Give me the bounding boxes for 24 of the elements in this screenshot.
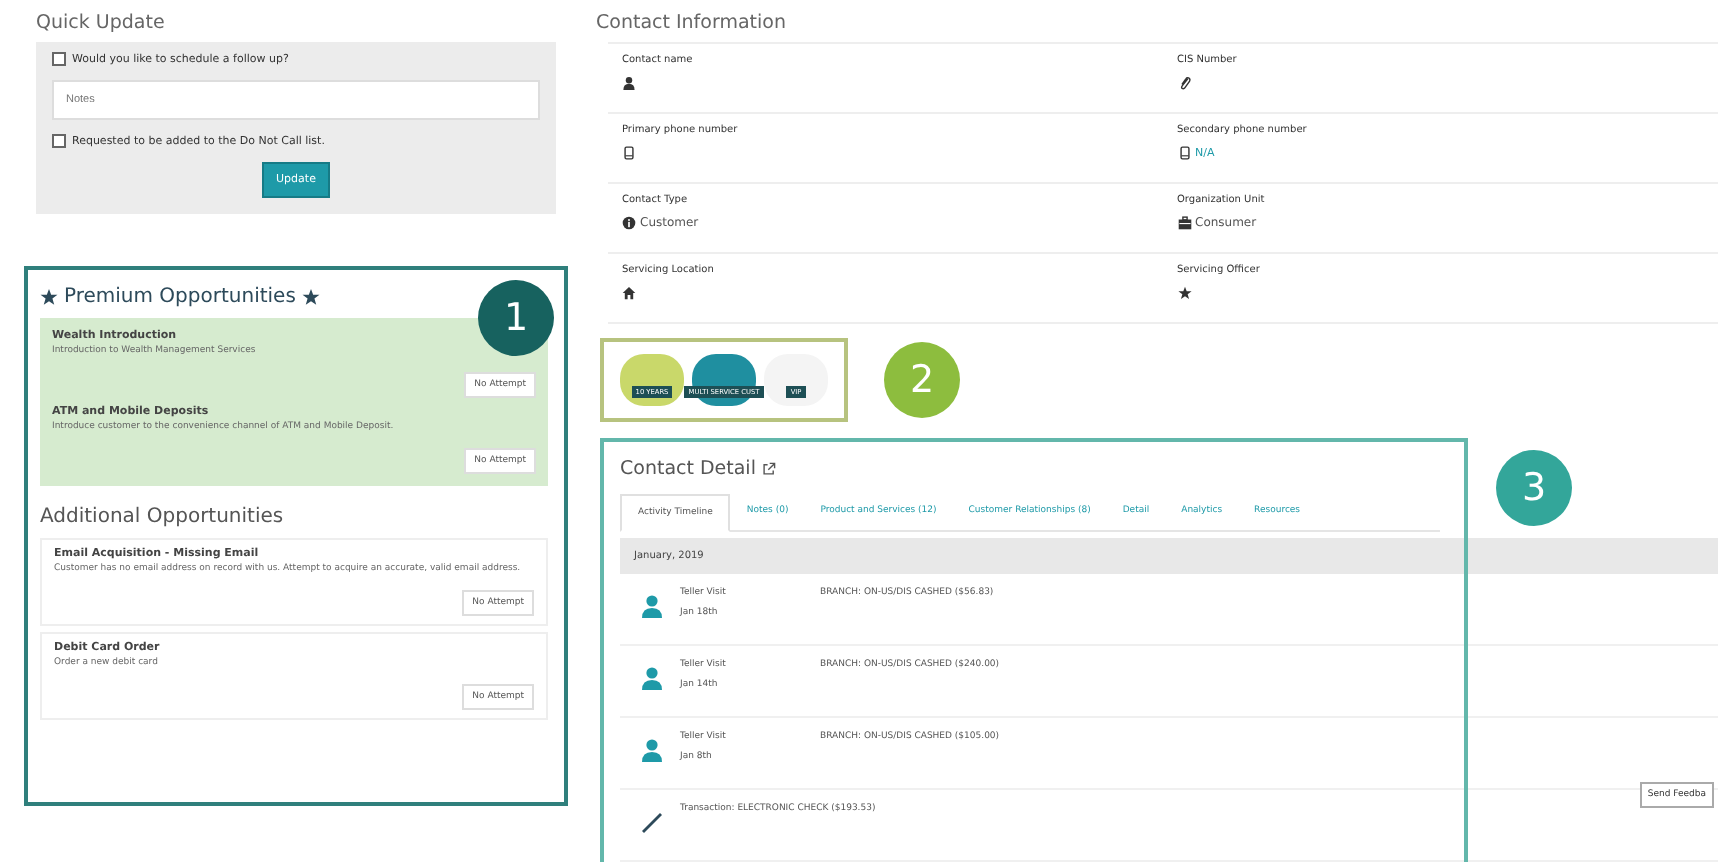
person-icon bbox=[622, 76, 636, 90]
checkbox[interactable] bbox=[52, 134, 66, 148]
section-title: Quick Update bbox=[36, 12, 167, 34]
phone-icon bbox=[1177, 146, 1191, 160]
section-title: Contact Detail bbox=[620, 458, 756, 480]
home-icon bbox=[622, 286, 636, 300]
info-icon bbox=[622, 216, 636, 230]
star-icon bbox=[1177, 286, 1191, 300]
person-icon bbox=[640, 666, 664, 690]
section-title: Contact Information bbox=[596, 12, 788, 34]
person-icon bbox=[640, 738, 664, 762]
checkbox[interactable] bbox=[52, 52, 66, 66]
number-callout: 1 bbox=[478, 280, 554, 356]
section-title: Additional Opportunities bbox=[40, 506, 286, 528]
number-callout: 3 bbox=[1496, 450, 1572, 526]
section-title: Premium Opportunities bbox=[64, 286, 296, 308]
person-icon bbox=[640, 594, 664, 618]
pencil-icon bbox=[640, 810, 664, 834]
star-icon bbox=[301, 288, 320, 306]
paperclip-icon bbox=[1177, 76, 1191, 90]
star-icon bbox=[40, 288, 58, 306]
external-link-icon bbox=[761, 462, 776, 476]
phone-icon bbox=[622, 146, 636, 160]
number-callout: 2 bbox=[884, 342, 960, 418]
